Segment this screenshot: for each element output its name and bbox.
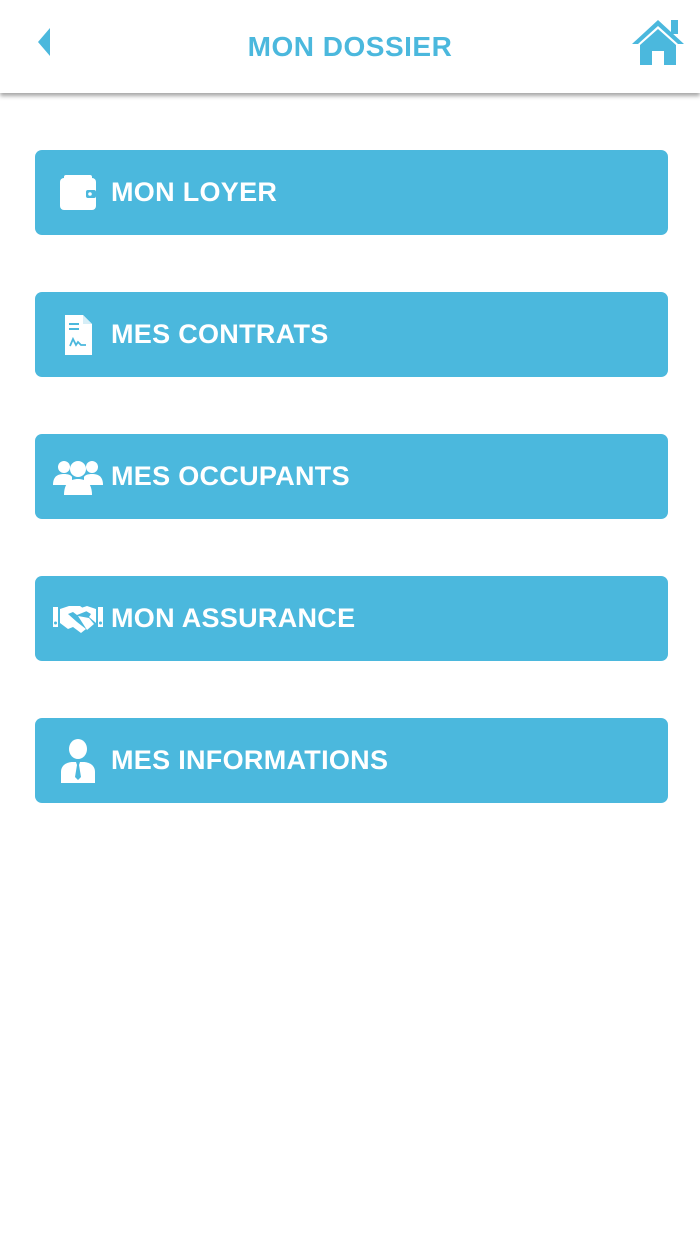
dossier-menu: MON LOYER MES CONTRATS MES OCCUPANTS MON…: [0, 93, 700, 803]
top-bar: MON DOSSIER: [0, 0, 700, 93]
home-button[interactable]: [630, 18, 686, 70]
menu-item-mes-occupants[interactable]: MES OCCUPANTS: [35, 434, 668, 519]
menu-item-mon-assurance[interactable]: MON ASSURANCE: [35, 576, 668, 661]
menu-item-mes-contrats[interactable]: MES CONTRATS: [35, 292, 668, 377]
menu-item-label: MES OCCUPANTS: [111, 461, 350, 491]
user-tie-icon: [49, 736, 107, 786]
menu-item-mon-loyer[interactable]: MON LOYER: [35, 150, 668, 235]
menu-item-label: MON ASSURANCE: [111, 603, 356, 633]
contract-document-icon: [49, 310, 107, 360]
menu-item-label: MES CONTRATS: [111, 319, 329, 349]
page-title: MON DOSSIER: [247, 30, 453, 62]
back-button[interactable]: [22, 22, 66, 66]
home-icon: [630, 17, 686, 72]
menu-item-label: MON LOYER: [111, 177, 278, 207]
wallet-icon: [49, 168, 107, 218]
menu-item-mes-informations[interactable]: MES INFORMATIONS: [35, 718, 668, 803]
users-group-icon: [49, 452, 107, 502]
menu-item-label: MES INFORMATIONS: [111, 745, 389, 775]
handshake-icon: [49, 594, 107, 644]
chevron-left-icon: [34, 26, 54, 63]
